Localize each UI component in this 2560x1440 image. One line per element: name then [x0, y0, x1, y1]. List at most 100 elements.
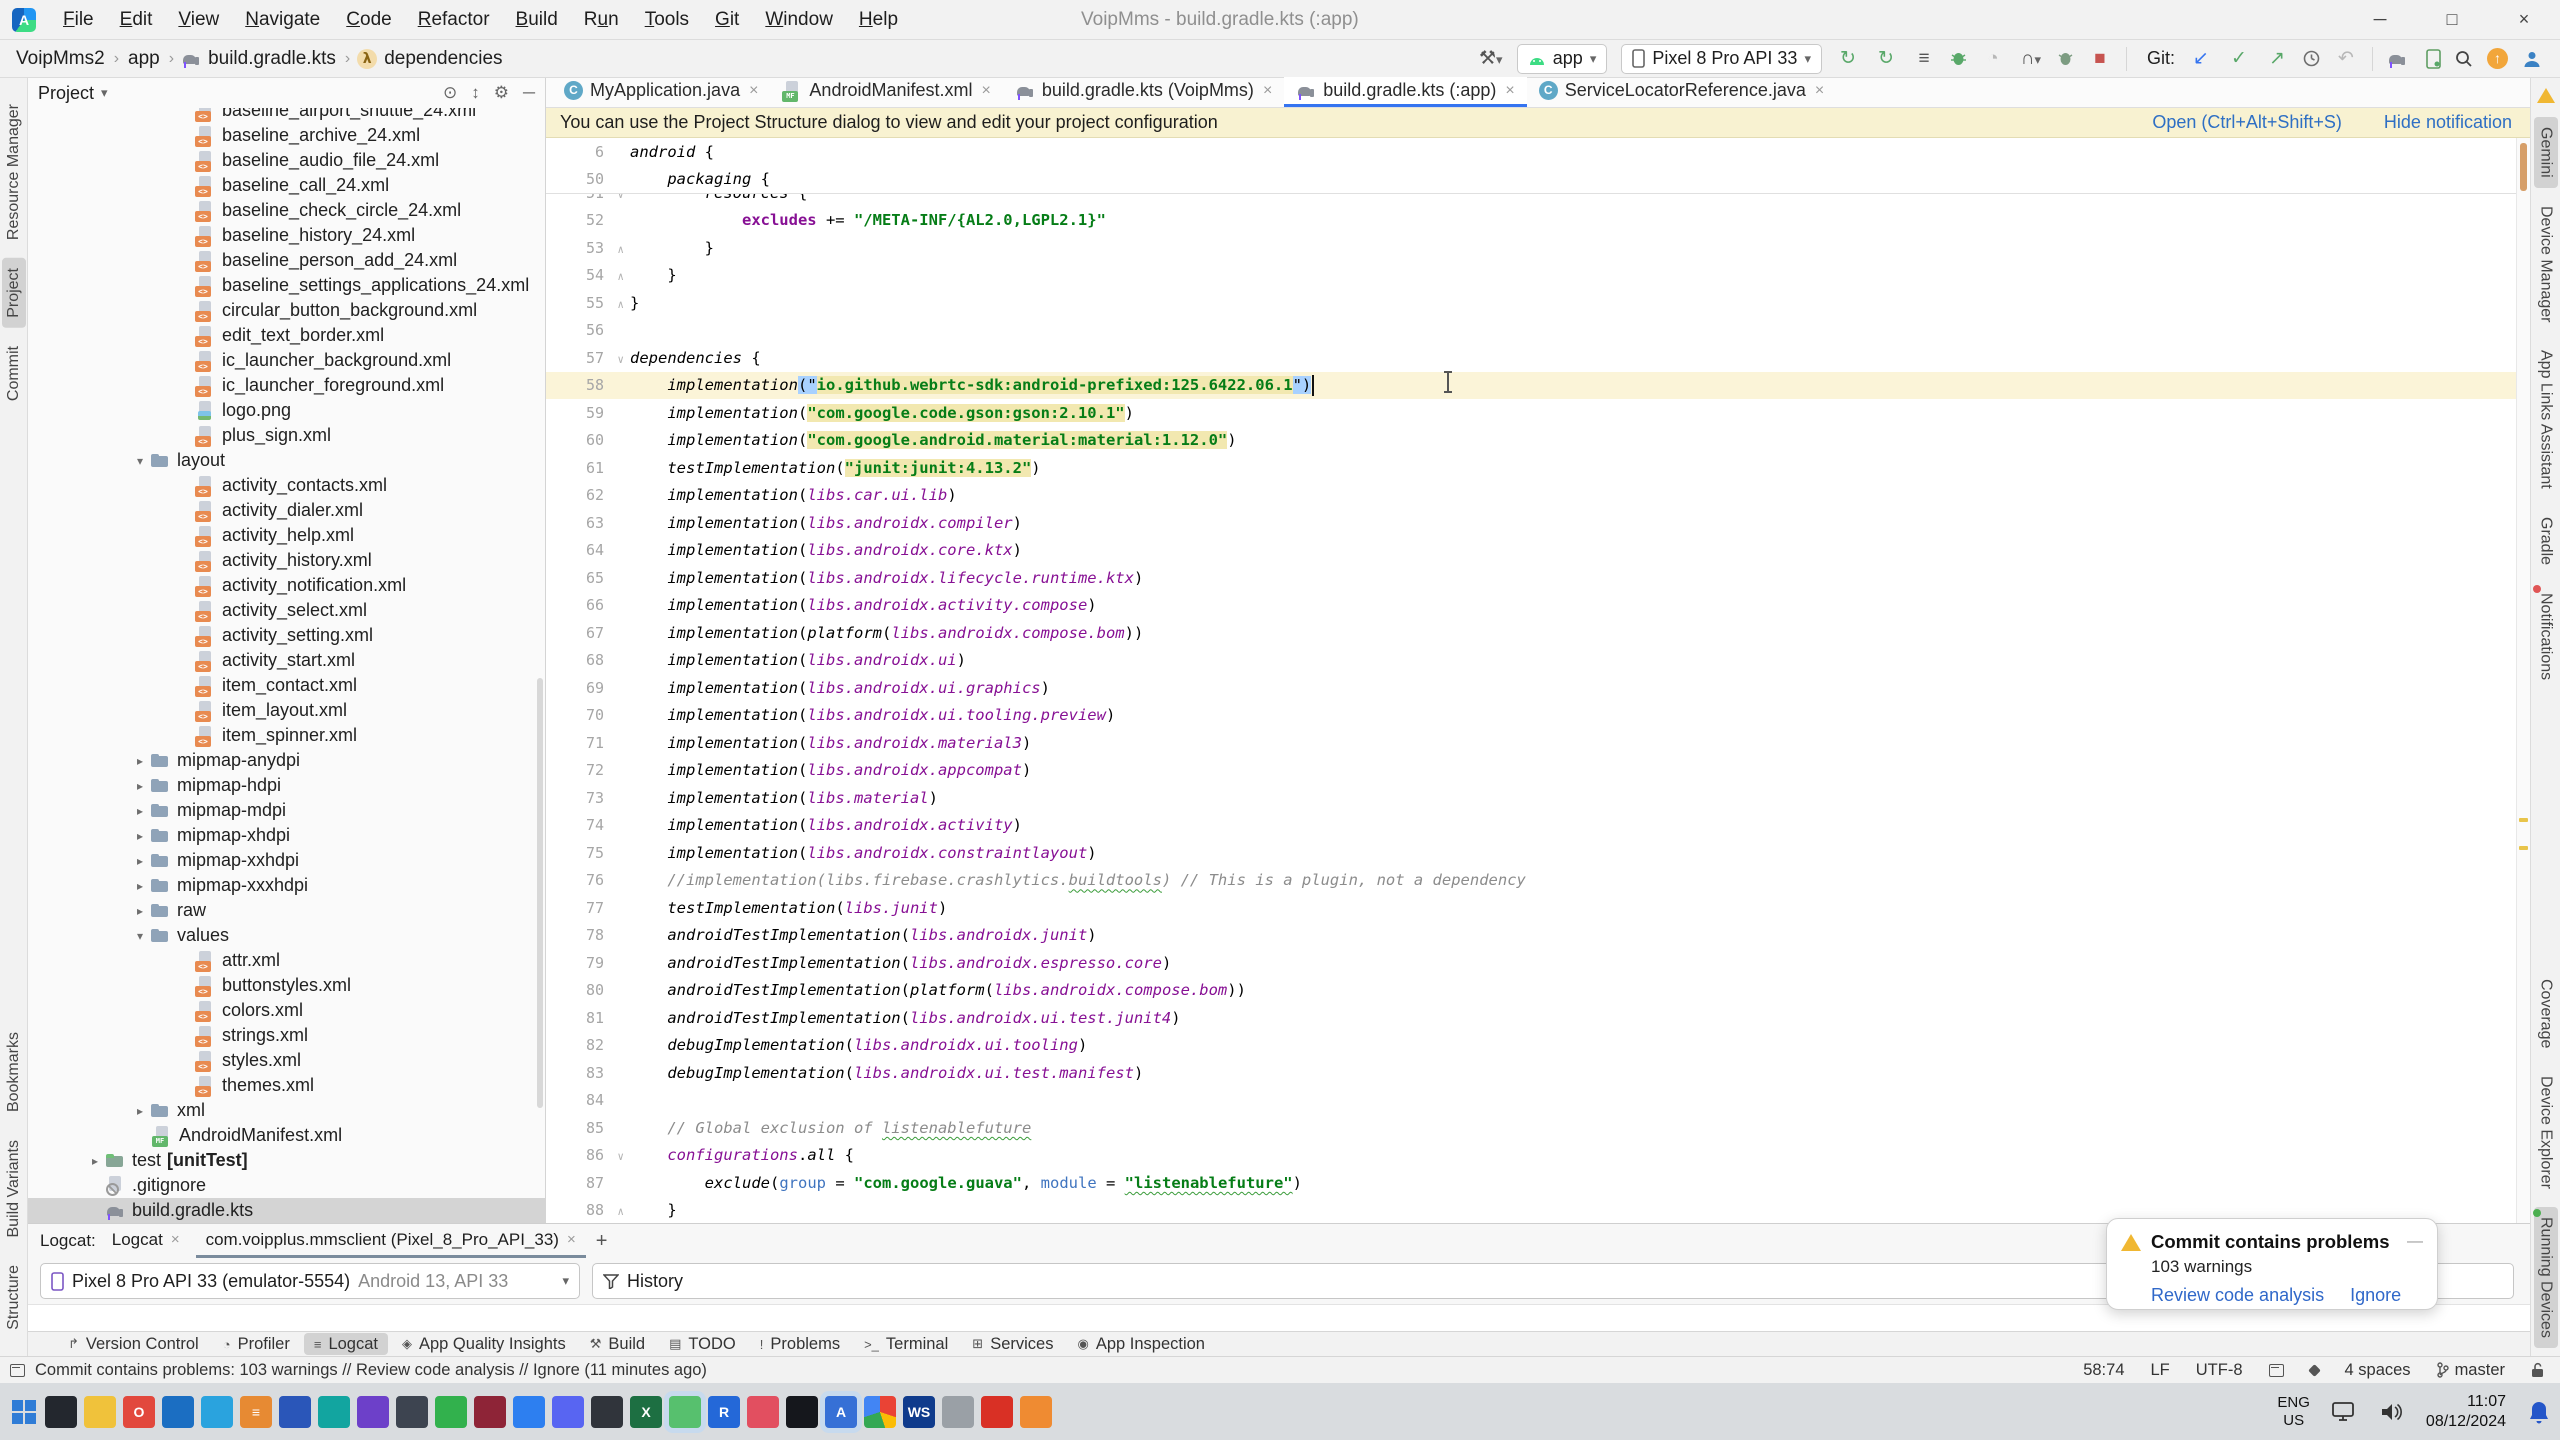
code-line[interactable]: 62 implementation(libs.car.ui.lib)	[546, 482, 2516, 510]
tree-row[interactable]: baseline_person_add_24.xml	[28, 248, 545, 273]
logcat-tab[interactable]: Logcat ×	[102, 1224, 190, 1258]
tool-window-button[interactable]: ⊞ Services	[962, 1333, 1063, 1355]
git-update-icon[interactable]: ↙	[2189, 47, 2213, 70]
ai-assistant-icon[interactable]	[2308, 1364, 2321, 1377]
banner-open-link[interactable]: Open (Ctrl+Alt+Shift+S)	[2152, 112, 2342, 133]
sticky-code-line[interactable]: 50 packaging {	[546, 166, 2516, 194]
taskbar-app-icon[interactable]	[474, 1396, 506, 1428]
editor-tab[interactable]: build.gradle.kts (:app) ×	[1284, 77, 1526, 107]
code-line[interactable]: 72 implementation(libs.androidx.appcompa…	[546, 757, 2516, 785]
tree-row[interactable]: buttonstyles.xml	[28, 973, 545, 998]
tree-row[interactable]: ic_launcher_foreground.xml	[28, 373, 545, 398]
warning-mark[interactable]	[2519, 818, 2528, 822]
taskbar-app-icon[interactable]	[591, 1396, 623, 1428]
taskbar-app-icon[interactable]	[396, 1396, 428, 1428]
tree-row[interactable]: baseline_settings_applications_24.xml	[28, 273, 545, 298]
close-tab-icon[interactable]: ×	[982, 82, 991, 100]
menu-item[interactable]: Build	[503, 9, 571, 31]
code-line[interactable]: 61 testImplementation("junit:junit:4.13.…	[546, 454, 2516, 482]
tree-row[interactable]: baseline_archive_24.xml	[28, 123, 545, 148]
menu-item[interactable]: Edit	[107, 9, 166, 31]
code-line[interactable]: 66 implementation(libs.androidx.activity…	[546, 592, 2516, 620]
hide-panel-icon[interactable]: ─	[523, 83, 535, 103]
tree-row[interactable]: baseline_audio_file_24.xml	[28, 148, 545, 173]
taskbar-app-icon[interactable]	[669, 1396, 701, 1428]
taskbar-app-icon[interactable]	[981, 1396, 1013, 1428]
fold-icon[interactable]: ∧	[617, 1205, 624, 1218]
new-tab-icon[interactable]: +	[596, 1230, 608, 1253]
device-manager-icon[interactable]	[2426, 49, 2441, 69]
tree-row[interactable]: styles.xml	[28, 1048, 545, 1073]
update-available-icon[interactable]: ↑	[2487, 48, 2508, 69]
caret-position[interactable]: 58:74	[2083, 1361, 2124, 1380]
code-line[interactable]: 75 implementation(libs.androidx.constrai…	[546, 839, 2516, 867]
line-number[interactable]: 69	[546, 679, 630, 697]
code-line[interactable]: 87 exclude(group = "com.google.guava", m…	[546, 1169, 2516, 1197]
tree-row[interactable]: baseline_history_24.xml	[28, 223, 545, 248]
close-tab-icon[interactable]: ×	[749, 82, 758, 100]
taskbar-app-icon[interactable]: WS	[903, 1396, 935, 1428]
taskbar-app-icon[interactable]	[786, 1396, 818, 1428]
menu-item[interactable]: Help	[846, 9, 911, 31]
close-icon[interactable]: ×	[567, 1231, 576, 1248]
code-line[interactable]: 77 testImplementation(libs.junit)	[546, 894, 2516, 922]
clock[interactable]: 11:0708/12/2024	[2426, 1392, 2506, 1430]
review-code-analysis-link[interactable]: Review code analysis	[2151, 1285, 2324, 1306]
tool-window-button[interactable]: ↱ Version Control	[58, 1333, 209, 1355]
taskbar-app-icon[interactable]: X	[630, 1396, 662, 1428]
popup-minimize-icon[interactable]: —	[2407, 1233, 2423, 1251]
taskbar-app-icon[interactable]	[513, 1396, 545, 1428]
code-line[interactable]: 60 implementation("com.google.android.ma…	[546, 427, 2516, 455]
tool-window-button[interactable]: Device Explorer	[2534, 1066, 2558, 1199]
tree-row[interactable]: baseline_check_circle_24.xml	[28, 198, 545, 223]
inspection-warning-icon[interactable]	[2537, 88, 2555, 103]
code-line[interactable]: 57∨ dependencies {	[546, 344, 2516, 372]
tree-row[interactable]: attr.xml	[28, 948, 545, 973]
taskbar-app-icon[interactable]	[357, 1396, 389, 1428]
project-view-selector[interactable]: Project	[38, 83, 94, 104]
git-push-icon[interactable]: ↗	[2265, 47, 2289, 70]
status-message[interactable]: Commit contains problems: 103 warnings /…	[35, 1361, 707, 1380]
code-line[interactable]: 80 androidTestImplementation(platform(li…	[546, 977, 2516, 1005]
line-number[interactable]: 67	[546, 624, 630, 642]
tree-scrollbar[interactable]	[537, 678, 543, 1108]
maximize-button[interactable]: □	[2416, 0, 2488, 39]
breadcrumb-module[interactable]: app	[126, 48, 162, 70]
line-number[interactable]: 55∧	[546, 294, 630, 312]
code-line[interactable]: 52 excludes += "/META-INF/{AL2.0,LGPL2.1…	[546, 207, 2516, 235]
attach-debugger-icon[interactable]	[2057, 50, 2074, 67]
tree-row[interactable]: activity_setting.xml	[28, 623, 545, 648]
run-list-icon[interactable]: ≡	[1912, 48, 1936, 70]
collapse-all-icon[interactable]: ↕	[471, 83, 480, 103]
line-number[interactable]: 86∨	[546, 1146, 630, 1164]
menu-item[interactable]: Code	[333, 9, 404, 31]
tree-row[interactable]: .gitignore	[28, 1173, 545, 1198]
breadcrumb-file[interactable]: build.gradle.kts	[206, 48, 338, 70]
tool-window-button[interactable]: Build Variants	[2, 1130, 26, 1248]
menu-item[interactable]: Git	[702, 9, 752, 31]
editor-tab[interactable]: MyApplication.java ×	[552, 77, 770, 107]
taskbar-app-icon[interactable]	[1020, 1396, 1052, 1428]
tree-row[interactable]: ▸ mipmap-xxhdpi	[28, 848, 545, 873]
tree-row[interactable]: logo.png	[28, 398, 545, 423]
volume-icon[interactable]	[2380, 1402, 2404, 1422]
git-branch-widget[interactable]: master	[2437, 1361, 2505, 1380]
code-line[interactable]: 79 androidTestImplementation(libs.androi…	[546, 949, 2516, 977]
tree-row[interactable]: ▸ mipmap-mdpi	[28, 798, 545, 823]
tool-window-button[interactable]: ! Problems	[750, 1333, 850, 1355]
taskbar-app-icon[interactable]	[45, 1396, 77, 1428]
fold-icon[interactable]: ∨	[617, 1150, 624, 1163]
tree-row[interactable]: ▸ mipmap-xxxhdpi	[28, 873, 545, 898]
tree-row[interactable]: ▸ test [unitTest]	[28, 1148, 545, 1173]
tree-row[interactable]: activity_start.xml	[28, 648, 545, 673]
line-number[interactable]: 68	[546, 651, 630, 669]
tree-row[interactable]: activity_notification.xml	[28, 573, 545, 598]
taskbar-app-icon[interactable]: ≡	[240, 1396, 272, 1428]
editor-tab[interactable]: ServiceLocatorReference.java ×	[1527, 77, 1836, 107]
line-ending[interactable]: LF	[2151, 1361, 2170, 1380]
taskbar-app-icon[interactable]	[942, 1396, 974, 1428]
tool-window-button[interactable]: App Links Assistant	[2534, 340, 2558, 499]
code-line[interactable]: 67 implementation(platform(libs.androidx…	[546, 619, 2516, 647]
line-number[interactable]: 85	[546, 1119, 630, 1137]
breadcrumb-element[interactable]: dependencies	[382, 48, 504, 70]
